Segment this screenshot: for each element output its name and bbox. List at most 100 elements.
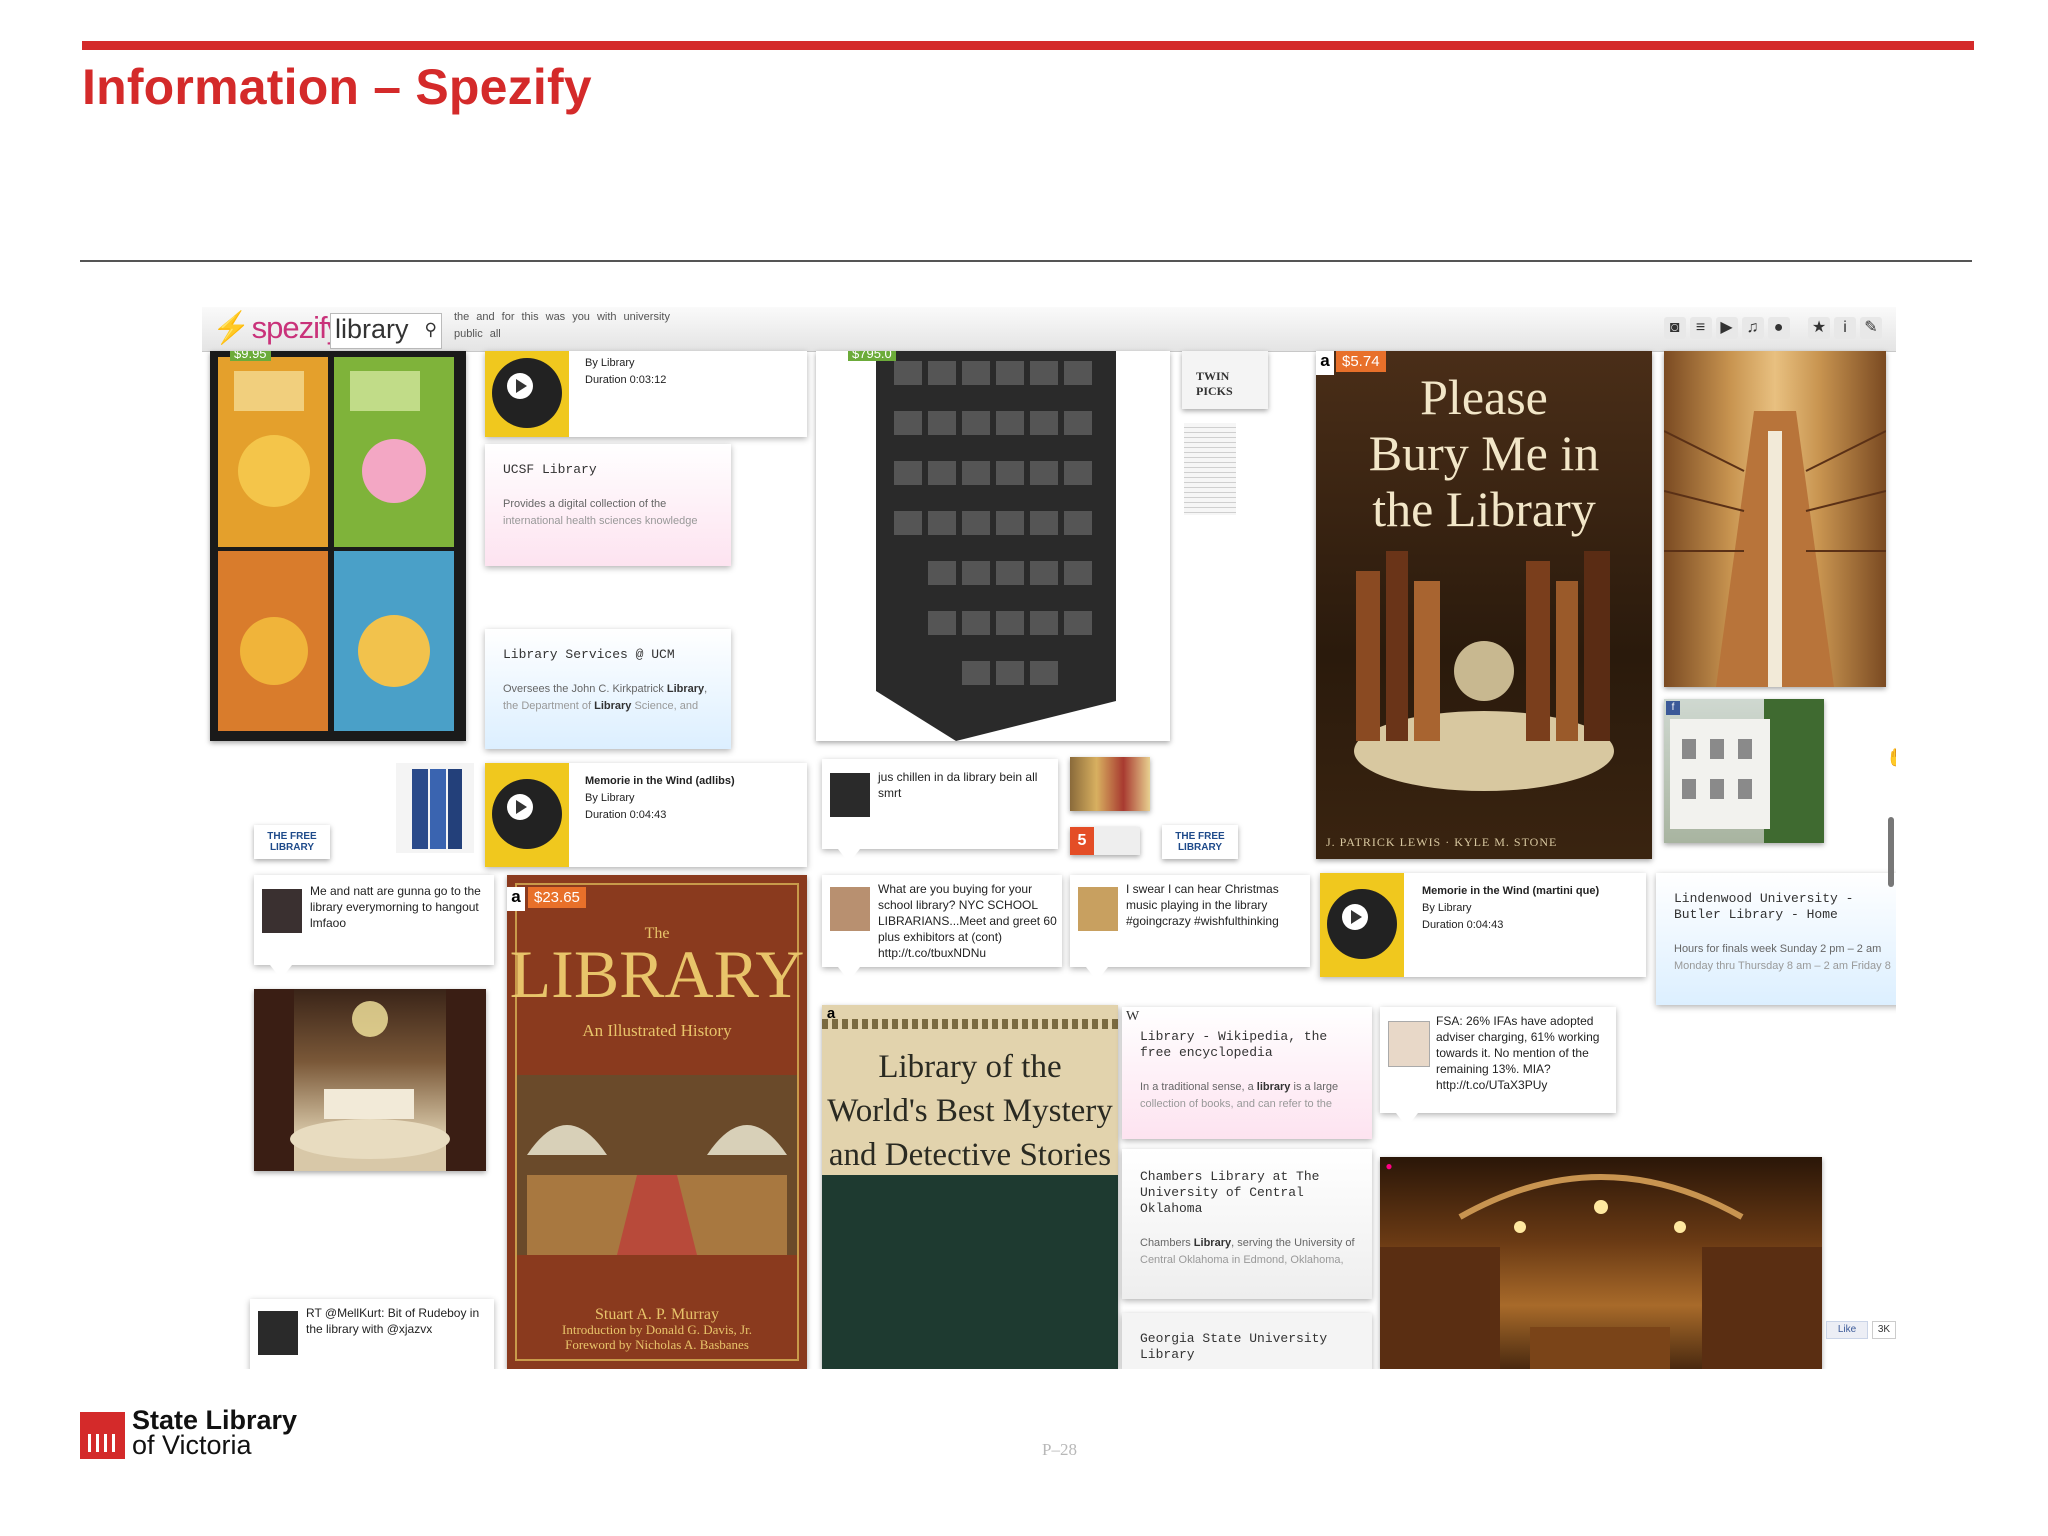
library-aisle-image[interactable] [1664, 351, 1886, 687]
page-number: P–28 [1042, 1440, 1077, 1459]
book-authors: J. PATRICK LEWIS · KYLE M. STONE [1326, 835, 1558, 849]
wrench-icon[interactable]: ✎ [1860, 317, 1882, 339]
mp3-by: By Library [585, 357, 635, 369]
web-result-card[interactable]: Georgia State University Library [1122, 1313, 1372, 1369]
price-badge: $5.74 [1336, 351, 1386, 372]
bolt-icon: ⚡ [212, 310, 251, 345]
web-result-description: Hours for finals week Sunday 2 pm – 2 am… [1674, 943, 1891, 972]
binders-image[interactable] [396, 763, 474, 853]
hand-cursor-icon: ✋ [1886, 747, 1896, 768]
scrollbar[interactable] [1888, 817, 1894, 887]
suggestion-word[interactable]: the [454, 311, 469, 323]
twin-picks-image[interactable]: TWIN PICKS [1182, 351, 1268, 409]
mp3-title: Memorie in the Wind (adlibs) [585, 775, 735, 787]
grand-library-image[interactable] [1380, 1157, 1822, 1369]
book-cover-bury-me[interactable]: Please Bury Me in the Library J. PATRICK L… [1316, 351, 1652, 859]
free-library-logo[interactable]: THE FREE LIBRARY [1162, 825, 1238, 859]
tweet-card[interactable]: Me and natt are gunna go to the library … [254, 875, 494, 965]
suggestion-word[interactable]: all [490, 328, 501, 340]
web-result-card[interactable]: Chambers Library at The University of Cen… [1122, 1149, 1372, 1299]
tweet-card[interactable]: FSA: 26% IFAs have adopted adviser charg… [1380, 1007, 1616, 1113]
speech-icon[interactable]: ● [1767, 317, 1790, 339]
suggestion-word[interactable]: was [546, 311, 566, 323]
facebook-like-button[interactable]: Like [1826, 1321, 1868, 1339]
avatar [830, 887, 870, 931]
book-cover-the-library[interactable]: The LIBRARY An Illustrated History Stuar… [507, 875, 807, 1369]
handwritten-note-image[interactable] [1184, 423, 1236, 515]
play-button[interactable] [1320, 873, 1404, 977]
avatar [830, 773, 870, 817]
like-count: 3K [1872, 1321, 1896, 1339]
free-library-label: THE FREE LIBRARY [267, 831, 317, 853]
spezify-screenshot: ⚡spezify ⚲ theandforthiswasyouwith univer… [202, 307, 1896, 1369]
lobby-illustration [254, 989, 486, 1171]
music-icon[interactable]: ♫ [1741, 317, 1764, 339]
web-result-title: Lindenwood University - Butler Library - … [1674, 891, 1854, 922]
play-icon [507, 794, 533, 820]
html5-badge[interactable]: 5 [1070, 827, 1140, 855]
search-icon[interactable]: ⚲ [425, 320, 437, 340]
library-building-image[interactable] [1664, 699, 1824, 843]
book-cover-mystery[interactable]: Library of the World's Best Mystery and De… [822, 1005, 1118, 1369]
play-icon [1342, 904, 1368, 930]
search-box: ⚲ [330, 313, 442, 349]
web-result-card[interactable]: UCSF Library Provides a digital collecti… [485, 444, 731, 566]
free-library-logo[interactable]: THE FREE LIBRARY [254, 825, 330, 859]
web-result-card[interactable]: Library Services @ UCM Oversees the John… [485, 629, 731, 749]
mp3-card[interactable]: Memorie in the Wind (martini que) By Lib… [1320, 873, 1646, 977]
book-title: The LIBRARY An Illustrated History [509, 925, 805, 1040]
tweet-card[interactable]: What are you buying for your school libr… [822, 875, 1062, 967]
star-icon[interactable]: ★ [1808, 317, 1830, 339]
spezify-logo[interactable]: ⚡spezify [212, 309, 342, 346]
suggestion-word[interactable]: university [624, 311, 670, 323]
card-catalog-image[interactable] [816, 351, 1170, 741]
library-lobby-image[interactable] [254, 989, 486, 1171]
play-button[interactable] [485, 351, 569, 437]
tweet-text: FSA: 26% IFAs have adopted adviser charg… [1436, 1014, 1600, 1092]
suggestion-word[interactable]: you [572, 311, 590, 323]
book-illustration [1354, 551, 1614, 791]
building-illustration [1670, 699, 1824, 843]
brand-name: spezify [251, 310, 342, 345]
html5-icon: 5 [1070, 827, 1094, 855]
amazon-icon: a [507, 887, 525, 911]
web-result-card[interactable]: Lindenwood University - Butler Library - … [1656, 873, 1896, 1005]
state-library-logo: State Library of Victoria [80, 1407, 320, 1468]
video-icon[interactable]: ▶ [1715, 317, 1738, 339]
avatar [1078, 887, 1118, 931]
suggestion-word[interactable]: for [502, 311, 515, 323]
people-photo[interactable] [1070, 757, 1150, 811]
camera-icon[interactable]: ◙ [1663, 317, 1686, 339]
tweet-text: What are you buying for your school libr… [878, 882, 1057, 960]
web-result-title: Georgia State University Library [1140, 1331, 1328, 1362]
slide-top-bar [82, 41, 1974, 50]
tweet-bubble-tail [1086, 967, 1108, 981]
web-result-title: UCSF Library [503, 462, 597, 477]
suggestion-word[interactable]: with [597, 311, 617, 323]
suggestion-word[interactable]: and [476, 311, 494, 323]
web-result-description: In a traditional sense, a library is a l… [1140, 1081, 1339, 1110]
suggestion-word[interactable]: this [522, 311, 539, 323]
amazon-icon: a [1316, 351, 1334, 375]
play-button[interactable] [485, 763, 569, 867]
card-catalog-illustration [876, 351, 1116, 741]
pooh-books-illustration [218, 357, 454, 731]
mp3-title: Memorie in the Wind (martini que) [1422, 885, 1600, 897]
mp3-duration: Duration 0:04:43 [585, 809, 667, 821]
web-result-description: Oversees the John C. Kirkpatrick Library… [503, 683, 708, 712]
tweet-card[interactable]: RT @MellKurt: Bit of Rudeboy in the libr… [250, 1299, 494, 1369]
aisle-illustration [1664, 411, 1886, 687]
pooh-books-image[interactable] [210, 351, 466, 741]
mp3-card[interactable]: By Library Duration 0:03:12 [485, 351, 807, 437]
tweet-card[interactable]: I swear I can hear Christmas music playi… [1070, 875, 1310, 967]
price-badge: $795.0 [848, 351, 896, 361]
list-icon[interactable]: ≡ [1689, 317, 1712, 339]
suggestion-word[interactable]: public [454, 328, 483, 340]
search-input[interactable] [331, 314, 421, 344]
mp3-by: By Library [1422, 902, 1472, 914]
avatar [258, 1311, 298, 1355]
tweet-card[interactable]: jus chillen in da library bein all smrt [822, 759, 1058, 849]
mp3-card[interactable]: Memorie in the Wind (adlibs) By Library … [485, 763, 807, 867]
info-icon[interactable]: i [1834, 317, 1856, 339]
web-result-card[interactable]: W Library - Wikipedia, the free encyclope… [1122, 1007, 1372, 1139]
